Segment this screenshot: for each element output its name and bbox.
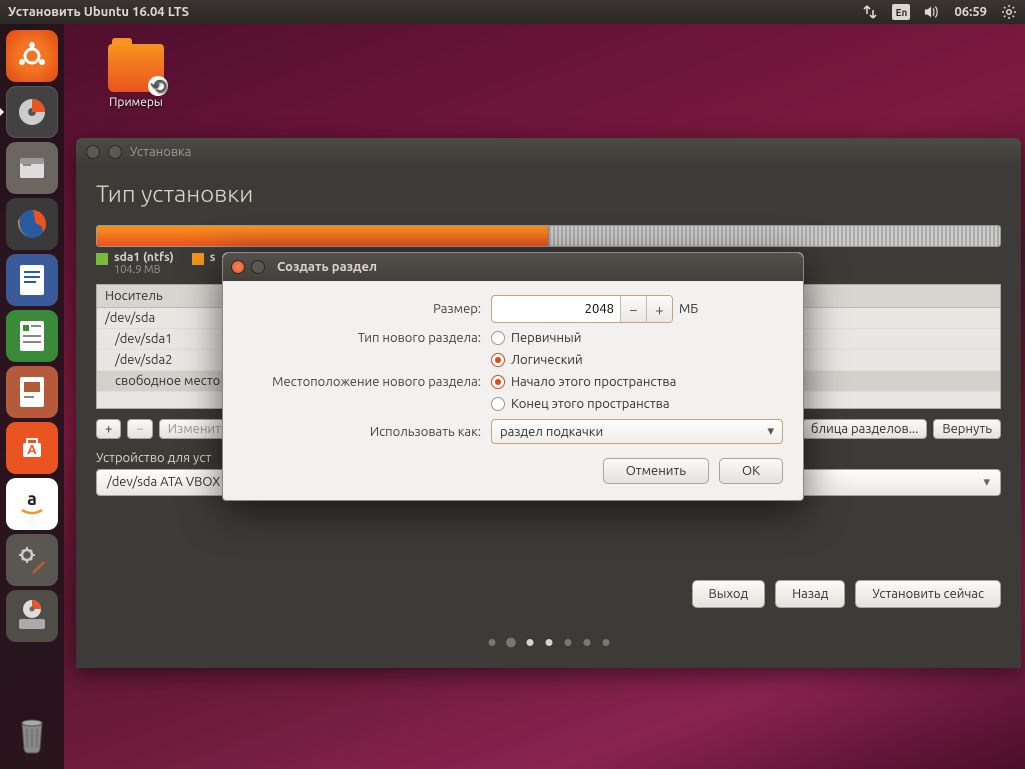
add-partition-button[interactable]: + bbox=[96, 419, 121, 439]
revert-button[interactable]: Вернуть bbox=[933, 419, 1001, 439]
dot bbox=[545, 639, 552, 646]
dot bbox=[526, 639, 533, 646]
desktop-icon-label: Примеры bbox=[96, 96, 176, 109]
spinner-down-button[interactable]: − bbox=[620, 296, 646, 322]
wizard-progress-dots bbox=[488, 639, 609, 646]
cancel-button[interactable]: Отменить bbox=[603, 458, 709, 484]
radio-logical[interactable]: Логический bbox=[491, 353, 583, 367]
dialog-buttons: Отменить OK bbox=[243, 458, 783, 484]
page-heading: Тип установки bbox=[96, 180, 1001, 207]
launcher-files[interactable] bbox=[6, 142, 58, 194]
legend-swatch bbox=[192, 253, 204, 265]
folder-icon bbox=[108, 44, 164, 92]
launcher-dash[interactable] bbox=[6, 30, 58, 82]
remove-partition-button[interactable]: − bbox=[127, 419, 152, 439]
dot bbox=[564, 639, 571, 646]
clock[interactable]: 06:59 bbox=[954, 5, 987, 19]
launcher-installer[interactable] bbox=[6, 86, 58, 138]
svg-text:A: A bbox=[27, 443, 37, 457]
radio-location-end[interactable]: Конец этого пространства bbox=[491, 397, 670, 411]
wizard-footer: Выход Назад Установить сейчас bbox=[692, 580, 1001, 608]
close-icon[interactable] bbox=[86, 145, 100, 159]
launcher-amazon[interactable]: a bbox=[6, 478, 58, 530]
minimize-icon[interactable] bbox=[108, 145, 122, 159]
ok-button[interactable]: OK bbox=[719, 458, 783, 484]
unity-launcher: A a bbox=[0, 24, 64, 769]
minimize-icon[interactable] bbox=[251, 260, 265, 274]
install-now-button[interactable]: Установить сейчас bbox=[855, 580, 1001, 608]
legend-name: sda1 (ntfs) bbox=[114, 251, 174, 264]
launcher-writer[interactable] bbox=[6, 254, 58, 306]
radio-location-begin[interactable]: Начало этого пространства bbox=[491, 375, 676, 389]
svg-text:a: a bbox=[27, 489, 37, 509]
use-as-label: Использовать как: bbox=[243, 425, 491, 439]
launcher-calc[interactable] bbox=[6, 310, 58, 362]
dot-current bbox=[506, 638, 516, 648]
legend-name: s bbox=[210, 251, 216, 264]
size-label: Размер: bbox=[243, 302, 491, 316]
installer-titlebar[interactable]: Установка bbox=[76, 138, 1021, 166]
desktop-examples-folder[interactable]: Примеры bbox=[96, 44, 176, 109]
quit-button[interactable]: Выход bbox=[692, 580, 766, 608]
dot bbox=[583, 639, 590, 646]
create-partition-dialog: Создать раздел Размер: − + МБ Тип нового… bbox=[222, 252, 804, 501]
network-icon[interactable] bbox=[862, 4, 878, 20]
launcher-settings[interactable] bbox=[6, 534, 58, 586]
legend-size: 104.9 MB bbox=[114, 264, 174, 276]
legend-size bbox=[210, 264, 216, 276]
legend-swatch bbox=[96, 253, 108, 265]
size-unit: МБ bbox=[679, 302, 698, 316]
partition-seg-free[interactable] bbox=[549, 226, 1001, 246]
keyboard-layout-indicator[interactable]: En bbox=[892, 4, 910, 20]
launcher-impress[interactable] bbox=[6, 366, 58, 418]
new-table-button[interactable]: блица разделов... bbox=[802, 419, 927, 439]
launcher-trash[interactable] bbox=[6, 707, 58, 759]
dot bbox=[602, 639, 609, 646]
launcher-ubiquity[interactable] bbox=[6, 590, 58, 642]
top-menubar: Установить Ubuntu 16.04 LTS En 06:59 bbox=[0, 0, 1025, 24]
dot bbox=[488, 639, 495, 646]
window-title: Установить Ubuntu 16.04 LTS bbox=[8, 5, 862, 19]
launcher-software[interactable]: A bbox=[6, 422, 58, 474]
installer-title: Установка bbox=[130, 145, 191, 159]
spinner-up-button[interactable]: + bbox=[646, 296, 672, 322]
dialog-title: Создать раздел bbox=[277, 260, 377, 274]
size-input[interactable] bbox=[492, 298, 620, 320]
radio-primary[interactable]: Первичный bbox=[491, 331, 581, 345]
volume-icon[interactable] bbox=[924, 4, 940, 20]
launcher-firefox[interactable] bbox=[6, 198, 58, 250]
use-as-select[interactable]: раздел подкачки bbox=[491, 419, 783, 444]
dialog-titlebar[interactable]: Создать раздел bbox=[223, 253, 803, 281]
size-spinner: − + bbox=[491, 295, 673, 323]
location-label: Местоположение нового раздела: bbox=[243, 375, 491, 389]
gear-icon[interactable] bbox=[1001, 4, 1017, 20]
partition-bar[interactable] bbox=[96, 225, 1001, 247]
close-icon[interactable] bbox=[231, 260, 245, 274]
system-tray: En 06:59 bbox=[862, 4, 1017, 20]
type-label: Тип нового раздела: bbox=[243, 331, 491, 345]
partition-seg-sda1[interactable] bbox=[97, 226, 549, 246]
back-button[interactable]: Назад bbox=[775, 580, 845, 608]
